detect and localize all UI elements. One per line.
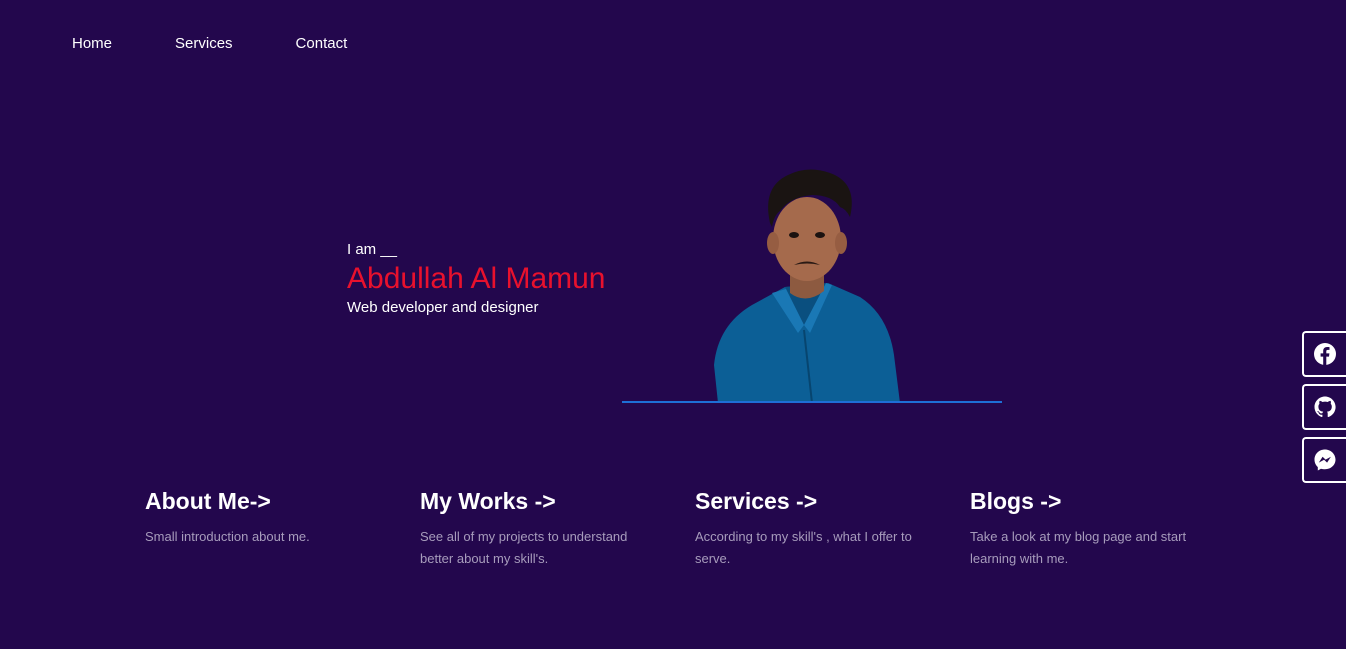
card-about-description: Small introduction about me. <box>145 529 310 544</box>
card-blogs-title[interactable]: Blogs -> <box>970 486 1210 516</box>
social-sidebar <box>1302 331 1346 490</box>
hero-role: Web developer and designer <box>347 299 539 316</box>
card-services-title[interactable]: Services -> <box>695 486 935 516</box>
main-nav: Home Services Contact <box>72 34 410 54</box>
card-services: Services -> According to my skill's , wh… <box>695 486 935 570</box>
nav-services-link[interactable]: Services <box>175 34 233 54</box>
nav-contact-link[interactable]: Contact <box>296 34 348 54</box>
messenger-button[interactable] <box>1302 437 1346 483</box>
messenger-icon <box>1314 449 1336 471</box>
card-works-title[interactable]: My Works -> <box>420 486 660 516</box>
facebook-icon <box>1314 343 1336 365</box>
github-button[interactable] <box>1302 384 1346 430</box>
card-blogs-description: Take a look at my blog page and start le… <box>970 529 1187 566</box>
nav-home-link[interactable]: Home <box>72 34 112 54</box>
facebook-button[interactable] <box>1302 331 1346 377</box>
card-works-description: See all of my projects to understand bet… <box>420 529 628 566</box>
card-blogs: Blogs -> Take a look at my blog page and… <box>970 486 1210 570</box>
card-about-title[interactable]: About Me-> <box>145 486 385 516</box>
hero-name: Abdullah Al Mamun <box>347 262 606 295</box>
card-works: My Works -> See all of my projects to un… <box>420 486 660 570</box>
github-icon <box>1314 396 1336 418</box>
card-about: About Me-> Small introduction about me. <box>145 486 385 548</box>
hero-intro: I am __ <box>347 241 398 258</box>
card-services-description: According to my skill's , what I offer t… <box>695 529 912 566</box>
hero-text: I am __ Abdullah Al Mamun Web developer … <box>347 240 606 318</box>
hero-divider <box>622 401 1002 403</box>
profile-photo <box>714 169 900 403</box>
